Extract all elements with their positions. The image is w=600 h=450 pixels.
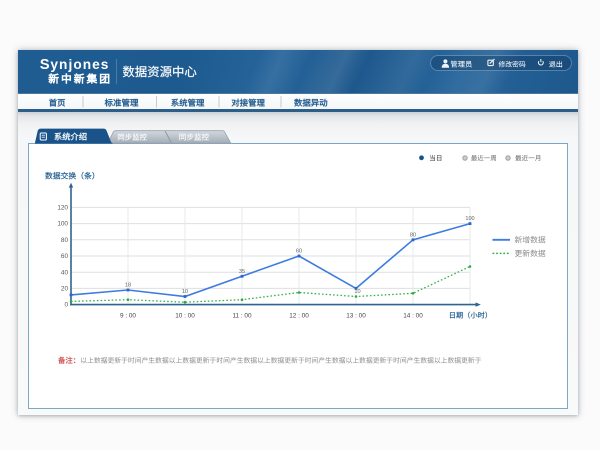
svg-text:9 : 00: 9 : 00: [120, 312, 136, 319]
svg-text:18: 18: [125, 283, 131, 289]
svg-text:13 : 00: 13 : 00: [346, 312, 366, 319]
svg-text:10: 10: [354, 289, 360, 295]
svg-text:14 : 00: 14 : 00: [403, 312, 423, 319]
svg-text:S: S: [40, 57, 50, 73]
svg-text:100: 100: [57, 221, 68, 228]
svg-text:11 : 00: 11 : 00: [232, 312, 252, 319]
svg-text:12 : 00: 12 : 00: [289, 312, 309, 319]
svg-text:60: 60: [296, 249, 302, 255]
svg-text:80: 80: [61, 237, 69, 244]
svg-text:20: 20: [61, 286, 69, 293]
svg-text:10 : 00: 10 : 00: [175, 312, 195, 319]
svg-text:100: 100: [465, 216, 474, 222]
svg-text:35: 35: [239, 269, 245, 275]
svg-text:60: 60: [61, 253, 69, 260]
svg-text:120: 120: [57, 205, 68, 212]
svg-text:ynjones: ynjones: [50, 57, 109, 72]
svg-text:10: 10: [182, 289, 188, 295]
svg-text:40: 40: [61, 269, 69, 276]
svg-text:0: 0: [64, 302, 68, 309]
svg-text:80: 80: [410, 232, 416, 238]
